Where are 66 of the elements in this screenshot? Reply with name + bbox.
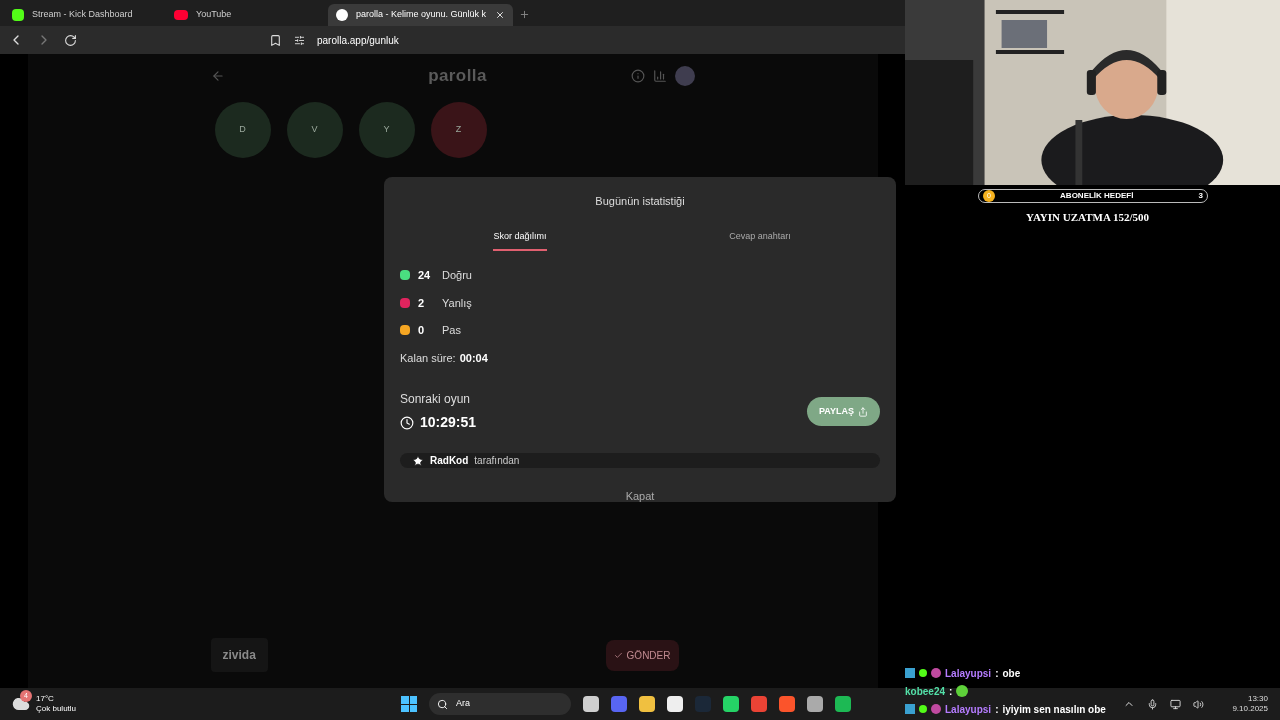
address-field[interactable]: parolla.app/gunluk — [317, 32, 399, 48]
stat-count: 2 — [418, 295, 426, 311]
taskbar-app-icon[interactable] — [639, 696, 656, 712]
stat-label: Yanlış — [442, 295, 472, 311]
bookmark-icon[interactable] — [269, 33, 282, 47]
goal-target: 3 — [1198, 190, 1203, 202]
send-button[interactable]: GÖNDER — [605, 639, 679, 671]
kick-logo-icon — [12, 9, 24, 21]
reload-icon[interactable] — [64, 33, 77, 47]
cloud-icon — [12, 695, 30, 713]
remaining-label: Kalan süre: — [400, 350, 456, 366]
app-logo: parolla — [428, 65, 487, 88]
remaining-time: 00:04 — [459, 350, 488, 366]
browser-tab[interactable]: parolla - Kelime oyunu. Günlük k — [328, 4, 513, 26]
temperature: 17°C — [36, 694, 55, 704]
modal-title: Bugünün istatistiği — [594, 194, 686, 209]
check-icon — [613, 650, 623, 660]
chat-message: iyiyim sen nasılın obe — [1002, 702, 1106, 717]
modal-tab[interactable]: Cevap anahtarı — [729, 229, 791, 251]
countdown: 10:29:51 — [420, 413, 477, 432]
share-icon — [858, 406, 868, 417]
credit-text: tarafından — [474, 454, 520, 468]
chat-username: Lalayupsi — [945, 702, 992, 717]
taskbar-app-icon[interactable] — [667, 696, 684, 712]
stat-label: Doğru — [442, 268, 472, 283]
play-logo-icon — [174, 10, 188, 20]
goal-label: ABONELİK HEDEFİ — [1060, 190, 1134, 202]
taskbar-app-icon[interactable] — [723, 696, 740, 712]
browser-tab[interactable]: YouTube — [166, 4, 326, 26]
browser-tab[interactable]: Stream - Kick Dashboard — [4, 4, 164, 26]
next-game-label: Sonraki oyun — [400, 391, 472, 408]
chat-separator: : — [995, 666, 999, 681]
volume-icon[interactable] — [1193, 698, 1205, 710]
close-icon[interactable] — [495, 10, 505, 20]
stat-count: 0 — [418, 323, 426, 338]
chat-username: Lalayupsi — [945, 666, 992, 681]
taskbar-app-icon[interactable] — [835, 696, 852, 712]
search-icon — [437, 698, 449, 710]
stat-label: Pas — [442, 323, 461, 338]
search-field[interactable]: Ara — [429, 693, 572, 715]
clock-date[interactable]: 9.10.2025 — [1232, 704, 1268, 714]
answer-field[interactable]: zivida — [210, 638, 268, 672]
taskbar-app-icon[interactable] — [583, 696, 600, 712]
network-icon[interactable] — [1170, 698, 1182, 710]
clock-time[interactable]: 13:30 — [1247, 694, 1268, 704]
clock-icon — [400, 415, 414, 430]
site-settings-icon[interactable] — [294, 34, 305, 46]
chat-username: kobee24 — [905, 684, 946, 699]
chat-separator: : — [949, 684, 953, 699]
microphone-icon[interactable] — [1147, 698, 1159, 710]
start-icon[interactable] — [401, 696, 418, 712]
back-arrow-icon[interactable] — [210, 69, 225, 83]
emote-icon — [956, 685, 969, 697]
new-tab-icon[interactable] — [519, 9, 530, 20]
credit-name[interactable]: RadKod — [430, 453, 469, 468]
close-button[interactable]: Kapat — [625, 488, 655, 505]
site-logo-icon — [336, 9, 348, 21]
extension-counter: YAYIN UZATMA 152/500 — [1024, 210, 1151, 225]
stat-count: 24 — [418, 268, 430, 283]
chat-separator: : — [995, 702, 999, 717]
taskbar-app-icon[interactable] — [807, 696, 824, 712]
chat-message: obe — [1002, 666, 1021, 681]
modal-tab[interactable]: Skor dağılımı — [493, 229, 547, 251]
stats-icon[interactable] — [652, 69, 667, 83]
weather-text: Çok bulutlu — [36, 704, 77, 714]
info-icon[interactable] — [630, 69, 645, 83]
